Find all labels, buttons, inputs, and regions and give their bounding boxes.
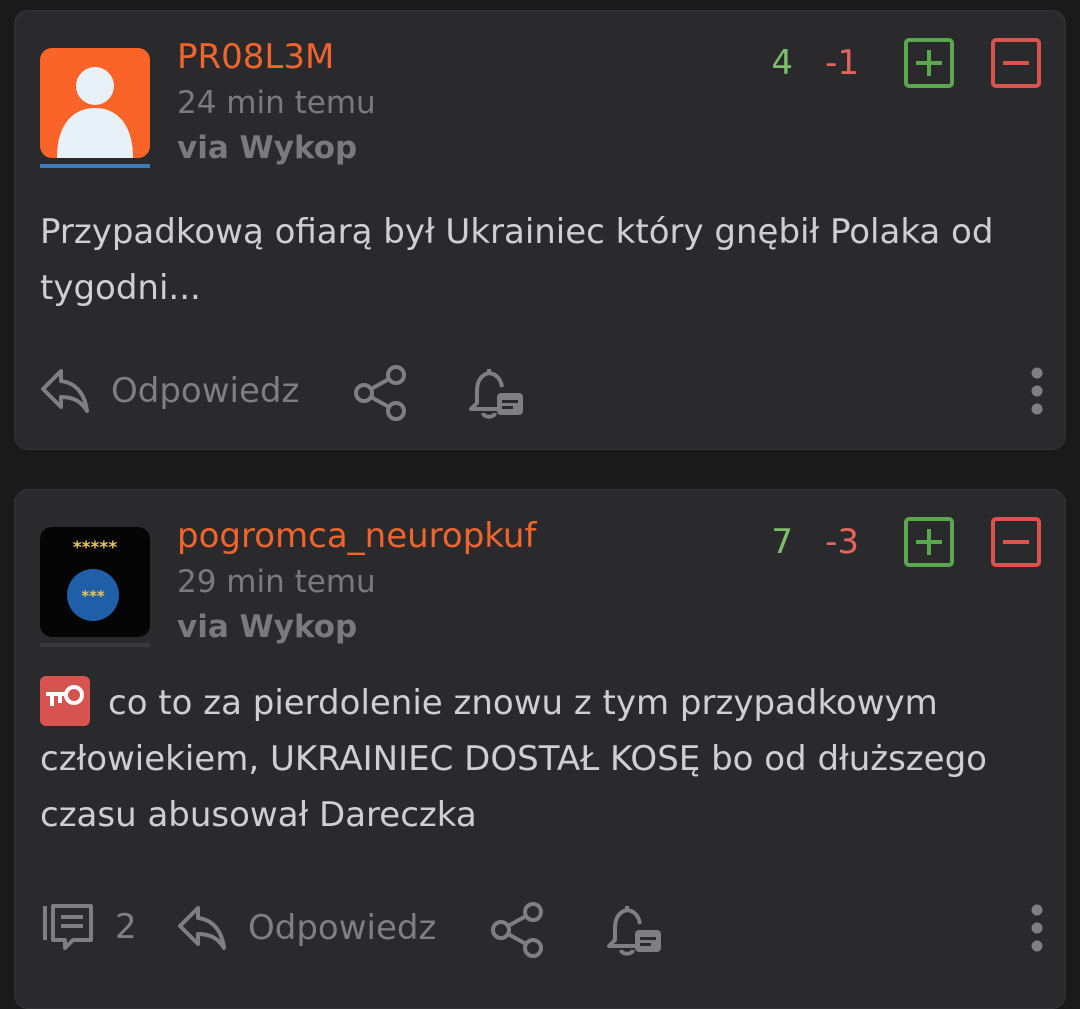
stars-avatar-image: ***** *** (67, 538, 119, 621)
upvote-button[interactable] (904, 38, 954, 88)
plus-vote-icon (916, 50, 942, 76)
comment-count: 2 (115, 907, 137, 947)
more-options-icon[interactable] (1030, 903, 1044, 953)
reply-label: Odpowiedz (248, 908, 437, 948)
upvote-count: 7 (771, 522, 793, 562)
comments-button[interactable]: 2 (39, 900, 137, 954)
plus-vote-icon (916, 529, 942, 555)
downvote-count: -3 (825, 522, 859, 562)
minus-vote-icon (1003, 61, 1029, 65)
notification-bell-icon[interactable] (605, 902, 663, 960)
downvote-button[interactable] (991, 517, 1041, 567)
post-card: PR08L3M 24 min temu via Wykop 4 -1 Przyp… (14, 10, 1066, 450)
default-user-icon (57, 67, 133, 158)
downvote-button[interactable] (991, 38, 1041, 88)
reply-icon (178, 906, 226, 950)
key-badge-icon (40, 675, 90, 726)
username[interactable]: pogromca_neuropkuf (177, 514, 536, 558)
post-time: 29 min temu (177, 564, 376, 600)
downvote-count: -1 (825, 43, 859, 83)
share-icon[interactable] (352, 365, 410, 421)
user-avatar[interactable] (40, 48, 150, 158)
post-content: Przypadkową ofiarą był Ukrainiec który g… (40, 212, 994, 308)
upvote-button[interactable] (904, 517, 954, 567)
notification-bell-icon[interactable] (467, 365, 525, 423)
avatar-rank-bar (40, 164, 150, 168)
post-content: co to za pierdolenie znowu z tym przypad… (40, 675, 1040, 843)
avatar-rank-bar (40, 643, 150, 647)
avatar-stars-top: ***** (73, 538, 118, 558)
user-avatar[interactable]: ***** *** (40, 527, 150, 637)
username[interactable]: PR08L3M (177, 35, 334, 79)
avatar-stars-circle: *** (81, 587, 105, 605)
post-source: via Wykop (177, 130, 358, 166)
post-time: 24 min temu (177, 85, 376, 121)
reply-button[interactable]: Odpowiedz (39, 365, 299, 417)
more-options-icon[interactable] (1030, 366, 1044, 416)
reply-label: Odpowiedz (111, 371, 300, 411)
post-text: co to za pierdolenie znowu z tym przypad… (40, 683, 987, 835)
reply-button[interactable]: Odpowiedz (176, 902, 436, 954)
upvote-count: 4 (771, 43, 793, 83)
post-source: via Wykop (177, 609, 358, 645)
minus-vote-icon (1003, 540, 1029, 544)
share-icon[interactable] (489, 902, 547, 958)
reply-icon (41, 369, 89, 413)
comments-icon (43, 904, 93, 950)
post-card: ***** *** pogromca_neuropkuf 29 min temu… (14, 489, 1066, 1009)
